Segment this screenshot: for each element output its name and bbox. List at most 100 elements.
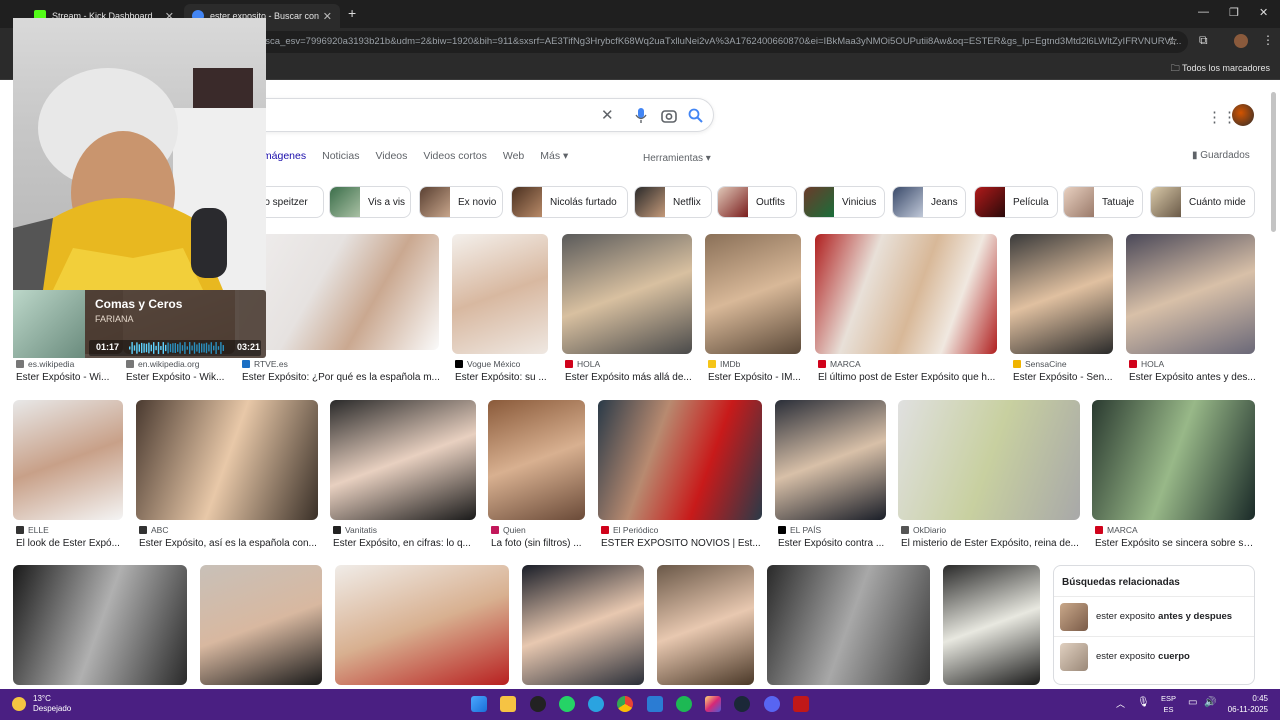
result-title[interactable]: Ester Expósito - Wi... xyxy=(16,372,126,383)
result-title[interactable]: Ester Expósito, en cifras: lo q... xyxy=(333,538,479,549)
chip-filter[interactable]: Ex novio xyxy=(419,186,503,218)
result-image[interactable] xyxy=(136,400,318,520)
language-indicator[interactable]: ESP ES xyxy=(1161,693,1176,715)
chip-filter[interactable]: Jeans xyxy=(892,186,966,218)
waveform-bar xyxy=(133,345,136,351)
tab-videos[interactable]: Videos xyxy=(375,150,407,162)
tools-button[interactable]: Herramientas ▾ xyxy=(643,153,711,164)
result-image[interactable] xyxy=(13,400,123,520)
result-title[interactable]: Ester Expósito: ¿Por qué es la española … xyxy=(242,372,442,383)
result-title[interactable]: El último post de Ester Expósito que h..… xyxy=(818,372,1000,383)
search-box[interactable]: ✕ xyxy=(200,98,714,132)
result-title[interactable]: Ester Expósito contra ... xyxy=(778,538,889,549)
all-bookmarks-folder[interactable]: 🗀 Todos los marcadores xyxy=(1171,61,1270,77)
scrollbar[interactable] xyxy=(1271,92,1276,232)
url-field[interactable]: usca_esv=7996920a3193b21b&udm=2&biw=1920… xyxy=(248,31,1188,53)
tab-images[interactable]: Imágenes xyxy=(260,150,306,162)
notepad-icon[interactable] xyxy=(647,696,663,712)
result-image[interactable] xyxy=(335,565,509,685)
chip-filter[interactable]: Cuánto mide xyxy=(1150,186,1255,218)
instagram-icon[interactable] xyxy=(705,696,721,712)
star-icon[interactable]: ☆ xyxy=(1167,34,1178,48)
result-image[interactable] xyxy=(239,234,439,350)
result-title[interactable]: Ester Expósito - IM... xyxy=(708,372,804,383)
steam-icon[interactable] xyxy=(734,696,750,712)
chip-filter[interactable]: Vinicius xyxy=(803,186,885,218)
result-title[interactable]: Ester Expósito se sincera sobre su... xyxy=(1095,538,1255,549)
spotify-icon[interactable] xyxy=(676,696,692,712)
streamer-webcam-feed xyxy=(13,68,266,290)
file-explorer-icon[interactable] xyxy=(500,696,516,712)
tab-short-videos[interactable]: Videos cortos xyxy=(423,150,486,162)
chrome-icon[interactable] xyxy=(617,696,633,712)
chip-filter[interactable]: Película xyxy=(974,186,1058,218)
result-image[interactable] xyxy=(200,565,322,685)
chip-filter[interactable]: Vis a vis xyxy=(329,186,411,218)
result-title[interactable]: El look de Ester Expó... xyxy=(16,538,126,549)
chip-filter[interactable]: Netflix xyxy=(634,186,712,218)
profile-icon[interactable] xyxy=(1234,34,1248,48)
result-image[interactable] xyxy=(598,400,762,520)
menu-icon[interactable]: ⋮ xyxy=(1262,33,1274,47)
chip-filter[interactable]: Tatuaje xyxy=(1063,186,1143,218)
volume-icon[interactable]: 🔊 xyxy=(1204,697,1216,708)
github-icon[interactable] xyxy=(530,696,546,712)
result-title[interactable]: El misterio de Ester Expósito, reina de.… xyxy=(901,538,1081,549)
result-image[interactable] xyxy=(943,565,1040,685)
result-image[interactable] xyxy=(898,400,1080,520)
result-title[interactable]: Ester Expósito, así es la española con..… xyxy=(139,538,321,549)
result-title[interactable]: Ester Expósito antes y des... xyxy=(1129,372,1258,383)
minimize-icon[interactable]: — xyxy=(1198,6,1209,18)
telegram-icon[interactable] xyxy=(588,696,604,712)
close-icon[interactable]: ✕ xyxy=(323,10,332,23)
result-image[interactable] xyxy=(775,400,886,520)
chevron-up-icon[interactable]: ︿ xyxy=(1116,697,1125,710)
search-icon[interactable] xyxy=(688,108,703,123)
close-window-icon[interactable]: ✕ xyxy=(1259,6,1268,19)
result-image[interactable] xyxy=(522,565,644,685)
result-image[interactable] xyxy=(705,234,801,354)
result-title[interactable]: La foto (sin filtros) ... xyxy=(491,538,588,549)
clock[interactable]: 0:45 06-11-2025 xyxy=(1228,693,1268,715)
result-title[interactable]: Ester Expósito: su ... xyxy=(455,372,551,383)
result-image[interactable] xyxy=(1126,234,1255,354)
chip-filter[interactable]: Outfits xyxy=(717,186,797,218)
extensions-icon[interactable]: ⧉ xyxy=(1199,33,1208,48)
result-image[interactable] xyxy=(1092,400,1255,520)
chip-thumbnail xyxy=(893,187,923,217)
result-image[interactable] xyxy=(13,565,187,685)
tab-news[interactable]: Noticias xyxy=(322,150,359,162)
related-item[interactable]: ester exposito cuerpo xyxy=(1054,636,1254,676)
start-icon[interactable] xyxy=(471,696,487,712)
tab-web[interactable]: Web xyxy=(503,150,524,162)
related-item[interactable]: ester exposito antes y despues xyxy=(1054,596,1254,636)
weather-widget[interactable]: 13°C Despejado xyxy=(12,694,71,714)
clear-icon[interactable]: ✕ xyxy=(601,106,614,124)
microphone-icon[interactable] xyxy=(635,108,647,124)
result-image[interactable] xyxy=(1010,234,1113,354)
avatar[interactable] xyxy=(1232,104,1254,126)
result-image[interactable] xyxy=(562,234,692,354)
result-title[interactable]: Ester Expósito - Sen... xyxy=(1013,372,1116,383)
result-title[interactable]: Ester Expósito - Wik... xyxy=(126,372,234,383)
whatsapp-icon[interactable] xyxy=(559,696,575,712)
result-image[interactable] xyxy=(815,234,997,354)
result-image[interactable] xyxy=(767,565,930,685)
microphone-tray-icon[interactable]: 🎙 xyxy=(1137,697,1150,708)
network-icon[interactable]: ▭ xyxy=(1188,697,1197,708)
source-favicon xyxy=(333,526,341,534)
result-image[interactable] xyxy=(657,565,754,685)
result-image[interactable] xyxy=(330,400,476,520)
tab-more[interactable]: Más ▾ xyxy=(540,150,568,162)
shield-icon[interactable] xyxy=(793,696,809,712)
chip-filter[interactable]: Nicolás furtado xyxy=(511,186,628,218)
new-tab-button[interactable]: + xyxy=(348,5,356,21)
result-image[interactable] xyxy=(452,234,548,354)
maximize-icon[interactable]: ❐ xyxy=(1229,6,1239,19)
discord-icon[interactable] xyxy=(764,696,780,712)
result-title[interactable]: Ester Expósito más allá de... xyxy=(565,372,693,383)
saved-button[interactable]: ▮ Guardados xyxy=(1192,150,1250,161)
result-title[interactable]: ESTER EXPÓSITO NOVIOS | Est... xyxy=(601,538,765,549)
lens-icon[interactable] xyxy=(661,108,677,124)
result-image[interactable] xyxy=(488,400,585,520)
